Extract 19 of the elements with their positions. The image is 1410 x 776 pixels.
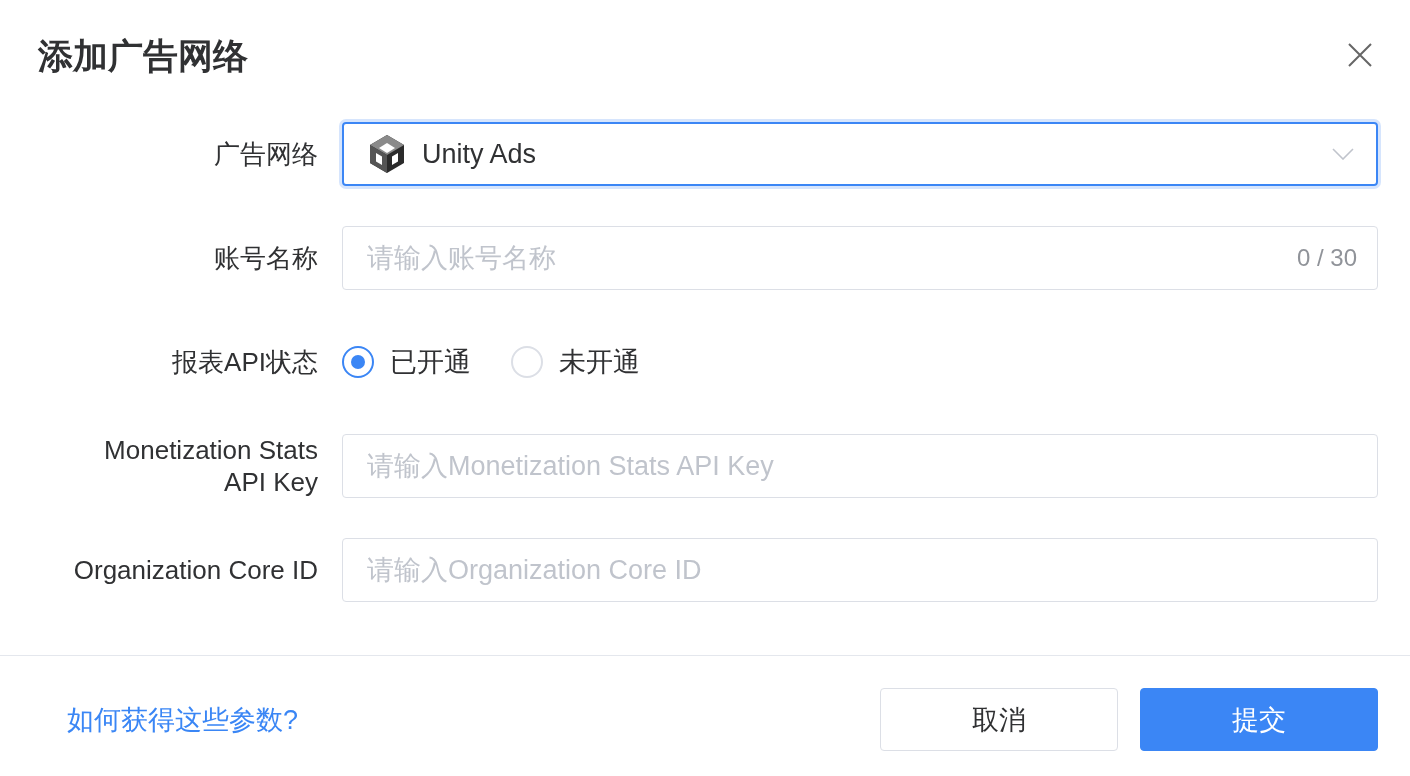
text-input-field[interactable]: 请输入Organization Core ID — [342, 538, 1378, 602]
field-label: 广告网络 — [214, 138, 318, 170]
text-input-field[interactable]: 请输入Monetization Stats API Key — [342, 434, 1378, 498]
chevron-down-icon — [1332, 148, 1354, 160]
field-label: Organization Core ID — [73, 554, 318, 586]
close-icon[interactable] — [1348, 43, 1372, 67]
radio-label[interactable]: 未开通 — [559, 344, 640, 380]
network-select[interactable]: Unity Ads — [342, 122, 1378, 186]
field-label: 账号名称 — [214, 242, 318, 274]
field-label: Monetization Stats API Key — [103, 434, 318, 498]
help-link[interactable]: 如何获得这些参数? — [67, 701, 299, 738]
field-label: 报表API状态 — [172, 346, 318, 378]
radio-button[interactable] — [342, 346, 374, 378]
character-counter: 0 / 30 — [1296, 244, 1357, 272]
cube-logo-icon — [367, 134, 407, 174]
radio-label[interactable]: 已开通 — [390, 344, 471, 380]
submit-button[interactable]: 提交 — [1140, 688, 1378, 751]
dialog-title: 添加广告网络 — [38, 35, 248, 77]
cancel-button[interactable]: 取消 — [880, 688, 1118, 751]
